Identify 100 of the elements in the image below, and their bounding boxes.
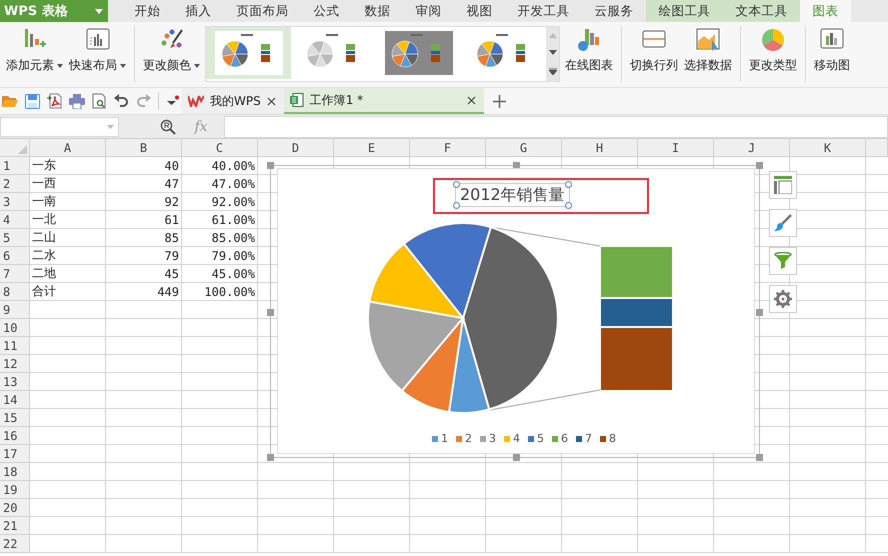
document-tab[interactable]: 工作簿1 * [284,88,484,114]
column-header[interactable]: B [106,139,182,157]
menu-tab[interactable]: 云服务 [582,0,646,22]
close-icon[interactable] [266,96,276,106]
legend-item: 3 [480,432,496,445]
undo-icon[interactable] [114,94,129,108]
row-header[interactable]: 14 [0,391,30,409]
bar-segment [601,328,672,390]
row-header[interactable]: 4 [0,211,30,229]
ribbon-button[interactable]: 更改类型 [746,22,800,80]
row-header[interactable]: 10 [0,319,30,337]
ribbon-button[interactable]: 添加元素 [3,22,66,80]
menu-tab[interactable]: 公式 [301,0,352,22]
row-header[interactable]: 21 [0,517,30,535]
ribbon-button[interactable]: 切换行列 [627,22,681,80]
table-cell-text: 合计 [31,283,57,300]
row-header[interactable]: 22 [0,535,30,553]
menu-tab[interactable]: 视图 [454,0,505,22]
chart-style-button[interactable] [769,209,797,237]
table-cell-text: 61 [164,212,180,228]
chart-elements-button[interactable] [769,171,797,199]
resize-handle[interactable] [756,454,763,461]
legend-item: 1 [432,432,448,445]
row-header[interactable]: 7 [0,265,30,283]
column-header[interactable]: K [790,139,866,157]
folder-icon[interactable] [2,94,18,108]
row-header[interactable]: 5 [0,229,30,247]
table-cell-text: 一南 [31,193,57,210]
column-header[interactable]: E [334,139,410,157]
resize-handle[interactable] [267,309,274,316]
column-header[interactable]: G [486,139,562,157]
select-data-icon [695,27,721,53]
chart-frame[interactable]: 2012年销售量 1 2 3 4 5 6 7 8 [270,165,760,458]
row-header[interactable]: 8 [0,283,30,301]
column-header[interactable]: J [714,139,790,157]
settings-icon [774,290,792,308]
ribbon-button[interactable]: 更改颜色 [140,22,203,80]
row-header[interactable]: 3 [0,193,30,211]
table-cell-text: 449 [156,284,180,300]
pdf-export-icon[interactable] [47,93,62,109]
chart-title[interactable]: 2012年销售量 [455,183,570,207]
row-header[interactable]: 20 [0,499,30,517]
ribbon-button[interactable]: 快速布局 [66,22,129,80]
legend-item: 5 [528,432,544,445]
zoom-icon[interactable] [160,118,176,134]
row-header[interactable]: 18 [0,463,30,481]
expand-gallery-icon[interactable] [548,68,556,75]
row-header[interactable]: 13 [0,373,30,391]
row-header[interactable]: 1 [0,157,30,175]
row-header[interactable]: 9 [0,301,30,319]
resize-handle[interactable] [267,454,274,461]
row-header[interactable]: 17 [0,445,30,463]
column-header[interactable]: D [258,139,334,157]
print-preview-icon[interactable] [92,93,107,109]
menu-tab[interactable]: 页面布局 [224,0,301,22]
row-header[interactable]: 6 [0,247,30,265]
resize-handle[interactable] [267,162,274,169]
redo-icon[interactable] [136,94,151,108]
table-cell-text: 一北 [31,211,57,228]
menu-tab[interactable]: 审阅 [403,0,454,22]
close-icon[interactable] [466,96,476,104]
row-header[interactable]: 15 [0,409,30,427]
column-header[interactable]: I [638,139,714,157]
formula-input-field[interactable] [224,116,888,138]
resize-handle[interactable] [756,309,763,316]
menu-tab[interactable]: 插入 [173,0,224,22]
row-header[interactable]: 16 [0,427,30,445]
resize-handle[interactable] [756,162,763,169]
customize-dropdown-icon[interactable] [166,95,180,107]
chart-style-thumbnail[interactable] [206,27,291,79]
document-tab[interactable]: 我的WPS [182,88,284,114]
table-cell-text: 92.00% [210,194,256,210]
menu-tab[interactable]: 文本工具 [723,0,800,22]
menu-tab[interactable]: 开始 [122,0,173,22]
column-header[interactable]: H [562,139,638,157]
column-header[interactable]: F [410,139,486,157]
print-icon[interactable] [69,94,85,108]
table-cell-text: 79.00% [210,248,256,264]
settings-button[interactable] [769,285,797,313]
scroll-down-icon[interactable] [548,50,556,56]
ribbon-button[interactable]: 移动图 [811,22,853,80]
menu-tab[interactable]: 绘图工具 [646,0,723,22]
row-header[interactable]: 2 [0,175,30,193]
row-header[interactable]: 19 [0,481,30,499]
new-tab-icon[interactable] [492,94,506,108]
table-cell-text: 79 [164,248,180,264]
column-header[interactable]: A [30,139,106,157]
resize-handle[interactable] [513,454,520,461]
bar-segment [601,247,672,297]
row-header[interactable]: 11 [0,337,30,355]
legend-item: 2 [456,432,472,445]
save-icon[interactable] [25,94,40,108]
column-header[interactable]: C [182,139,258,157]
ribbon-button[interactable]: 在线图表 [562,22,616,80]
ribbon-button[interactable]: 选择数据 [681,22,735,80]
dropdown-caret-icon [107,124,114,128]
row-header[interactable]: 12 [0,355,30,373]
menu-tab[interactable]: 开发工具 [505,0,582,22]
chart-filter-button[interactable] [769,247,797,275]
menu-tab[interactable]: 数据 [352,0,403,22]
